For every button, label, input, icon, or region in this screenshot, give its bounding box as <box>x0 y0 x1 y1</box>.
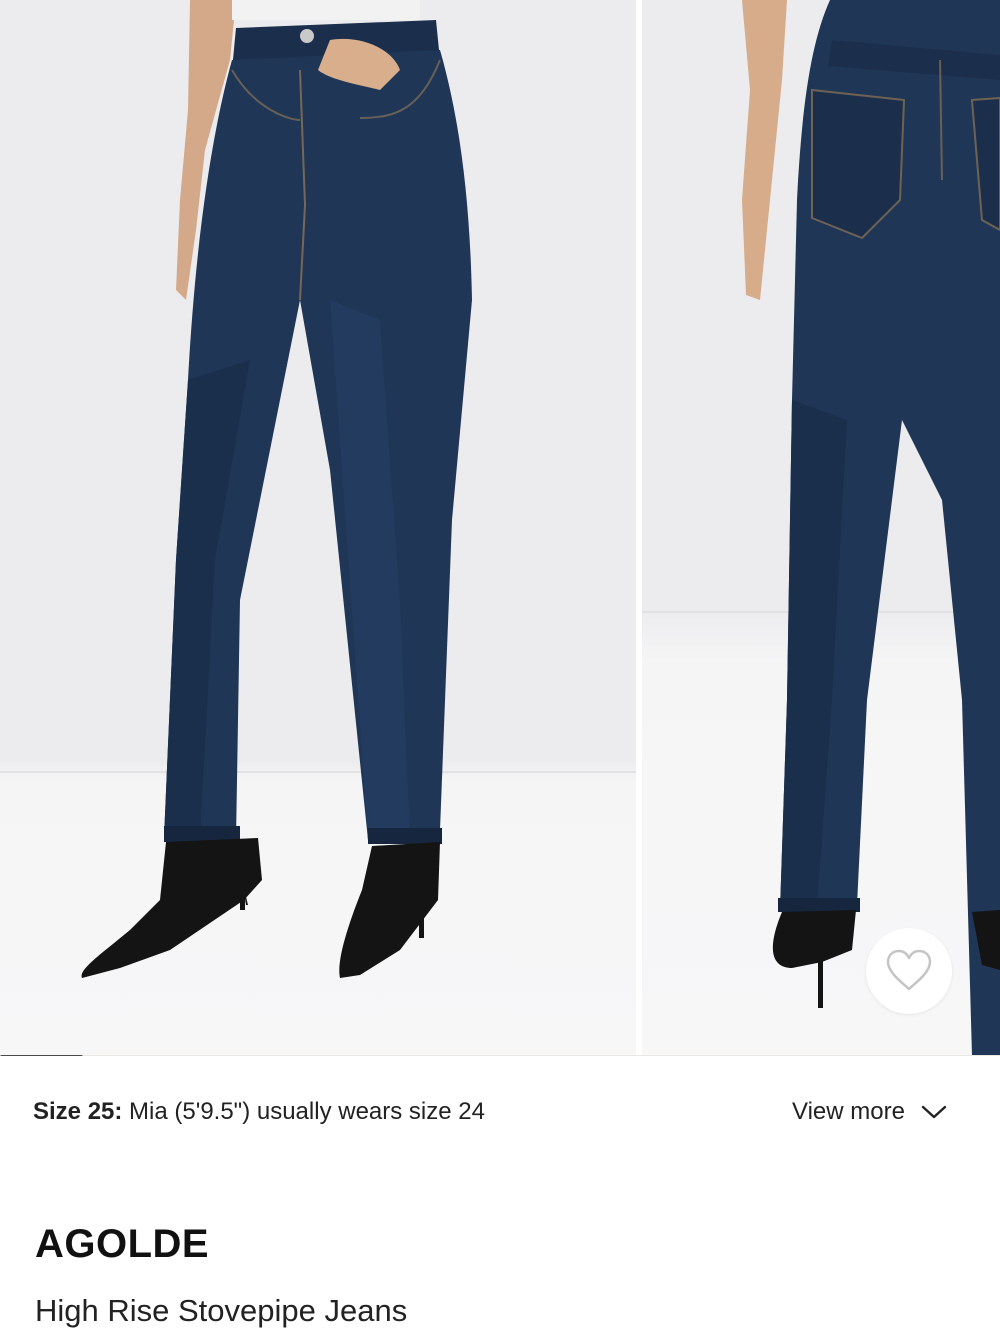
chevron-down-icon <box>921 1105 947 1119</box>
gallery-progress-indicator <box>0 1055 83 1056</box>
heart-outline-icon <box>886 949 932 991</box>
jeans-front-illustration <box>0 0 636 978</box>
product-brand[interactable]: AGOLDE <box>35 1222 209 1267</box>
gallery-progress-bar <box>0 1055 1000 1056</box>
view-more-button[interactable]: View more <box>792 1096 947 1128</box>
fit-size-label: Size 25: <box>33 1098 123 1125</box>
model-fit-info: Size 25: Mia (5'9.5") usually wears size… <box>0 1080 1000 1144</box>
product-image-front[interactable] <box>0 0 636 1056</box>
product-image-gallery[interactable] <box>0 0 1000 1056</box>
fit-model-info: Mia (5'9.5") usually wears size 24 <box>122 1098 485 1125</box>
model-fit-text: Size 25: Mia (5'9.5") usually wears size… <box>33 1098 485 1126</box>
jeans-back-illustration <box>642 0 1000 1056</box>
product-title: High Rise Stovepipe Jeans <box>35 1293 408 1328</box>
product-image-back[interactable] <box>642 0 1000 1056</box>
view-more-label: View more <box>792 1098 905 1125</box>
favorite-button[interactable] <box>866 928 952 1014</box>
